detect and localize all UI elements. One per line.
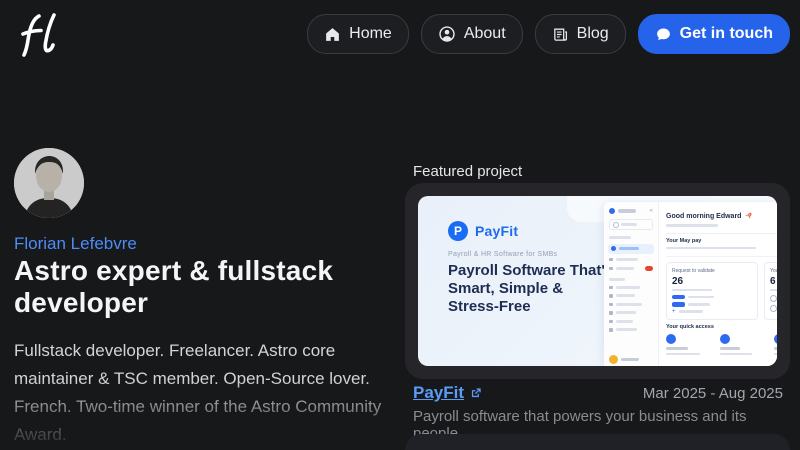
get-in-touch-label: Get in touch (680, 25, 773, 43)
featured-project-label: Featured project (413, 163, 522, 180)
dashboard-greeting: Good morning Edward (666, 212, 752, 220)
fl-logo-icon (14, 8, 66, 64)
avatar (14, 148, 84, 218)
portrait-photo (14, 148, 84, 218)
main-nav: Home About Blog Get in touch (307, 14, 790, 54)
newspaper-icon (552, 26, 569, 43)
stat-requests-card: Request to validate 26 + (666, 262, 758, 320)
stat-tasks-card: Your pending tasks 6 (764, 262, 777, 320)
nav-blog-label: Blog (577, 25, 609, 43)
project-dates: Mar 2025 - Aug 2025 (643, 385, 783, 402)
payfit-logo-icon: P (448, 221, 468, 241)
nav-home-button[interactable]: Home (307, 14, 409, 54)
payfit-brand-row: P PayFit (448, 221, 518, 241)
user-avatar-dot (609, 355, 618, 364)
external-link-icon (469, 386, 483, 400)
quick-access-title: Your quick access (666, 324, 714, 330)
payfit-tagline: Payroll & HR Software for SMBs (448, 251, 557, 258)
bio-text: Fullstack developer. Freelancer. Astro c… (14, 337, 396, 449)
nav-blog-button[interactable]: Blog (535, 14, 626, 54)
payfit-brand-name: PayFit (475, 223, 518, 239)
payfit-project-link[interactable]: PayFit (413, 383, 483, 403)
featured-project-card[interactable]: P PayFit Payroll & HR Software for SMBs … (405, 183, 790, 379)
payfit-headline: Payroll Software That's Smart, Simple & … (448, 262, 618, 316)
author-name-link[interactable]: Florian Lefebvre (14, 234, 137, 254)
nav-about-button[interactable]: About (421, 14, 523, 54)
payfit-link-label: PayFit (413, 383, 464, 403)
site-logo[interactable] (14, 8, 66, 64)
get-in-touch-button[interactable]: Get in touch (638, 14, 790, 54)
dashboard-main: Good morning Edward Your May pay Request… (658, 202, 777, 366)
notification-badge (645, 266, 653, 271)
next-project-card-edge (405, 434, 790, 450)
quick-access-item (666, 334, 710, 355)
dashboard-sidebar: « (604, 202, 659, 366)
rocket-icon (744, 212, 752, 220)
nav-home-label: Home (349, 25, 392, 43)
nav-about-label: About (464, 25, 506, 43)
home-icon (324, 26, 341, 43)
quick-access-item (720, 334, 764, 355)
quick-access-item (774, 334, 777, 355)
pay-period-section: Your May pay (666, 233, 777, 257)
chat-icon (655, 26, 672, 43)
dashboard-mockup: « Good morning Edward (604, 202, 777, 366)
project-meta-row: PayFit Mar 2025 - Aug 2025 (413, 383, 783, 403)
site-header: Home About Blog Get in touch (0, 0, 800, 72)
project-screenshot: P PayFit Payroll & HR Software for SMBs … (418, 196, 777, 366)
person-icon (438, 25, 456, 43)
page-title: Astro expert & fullstack developer (14, 255, 344, 319)
